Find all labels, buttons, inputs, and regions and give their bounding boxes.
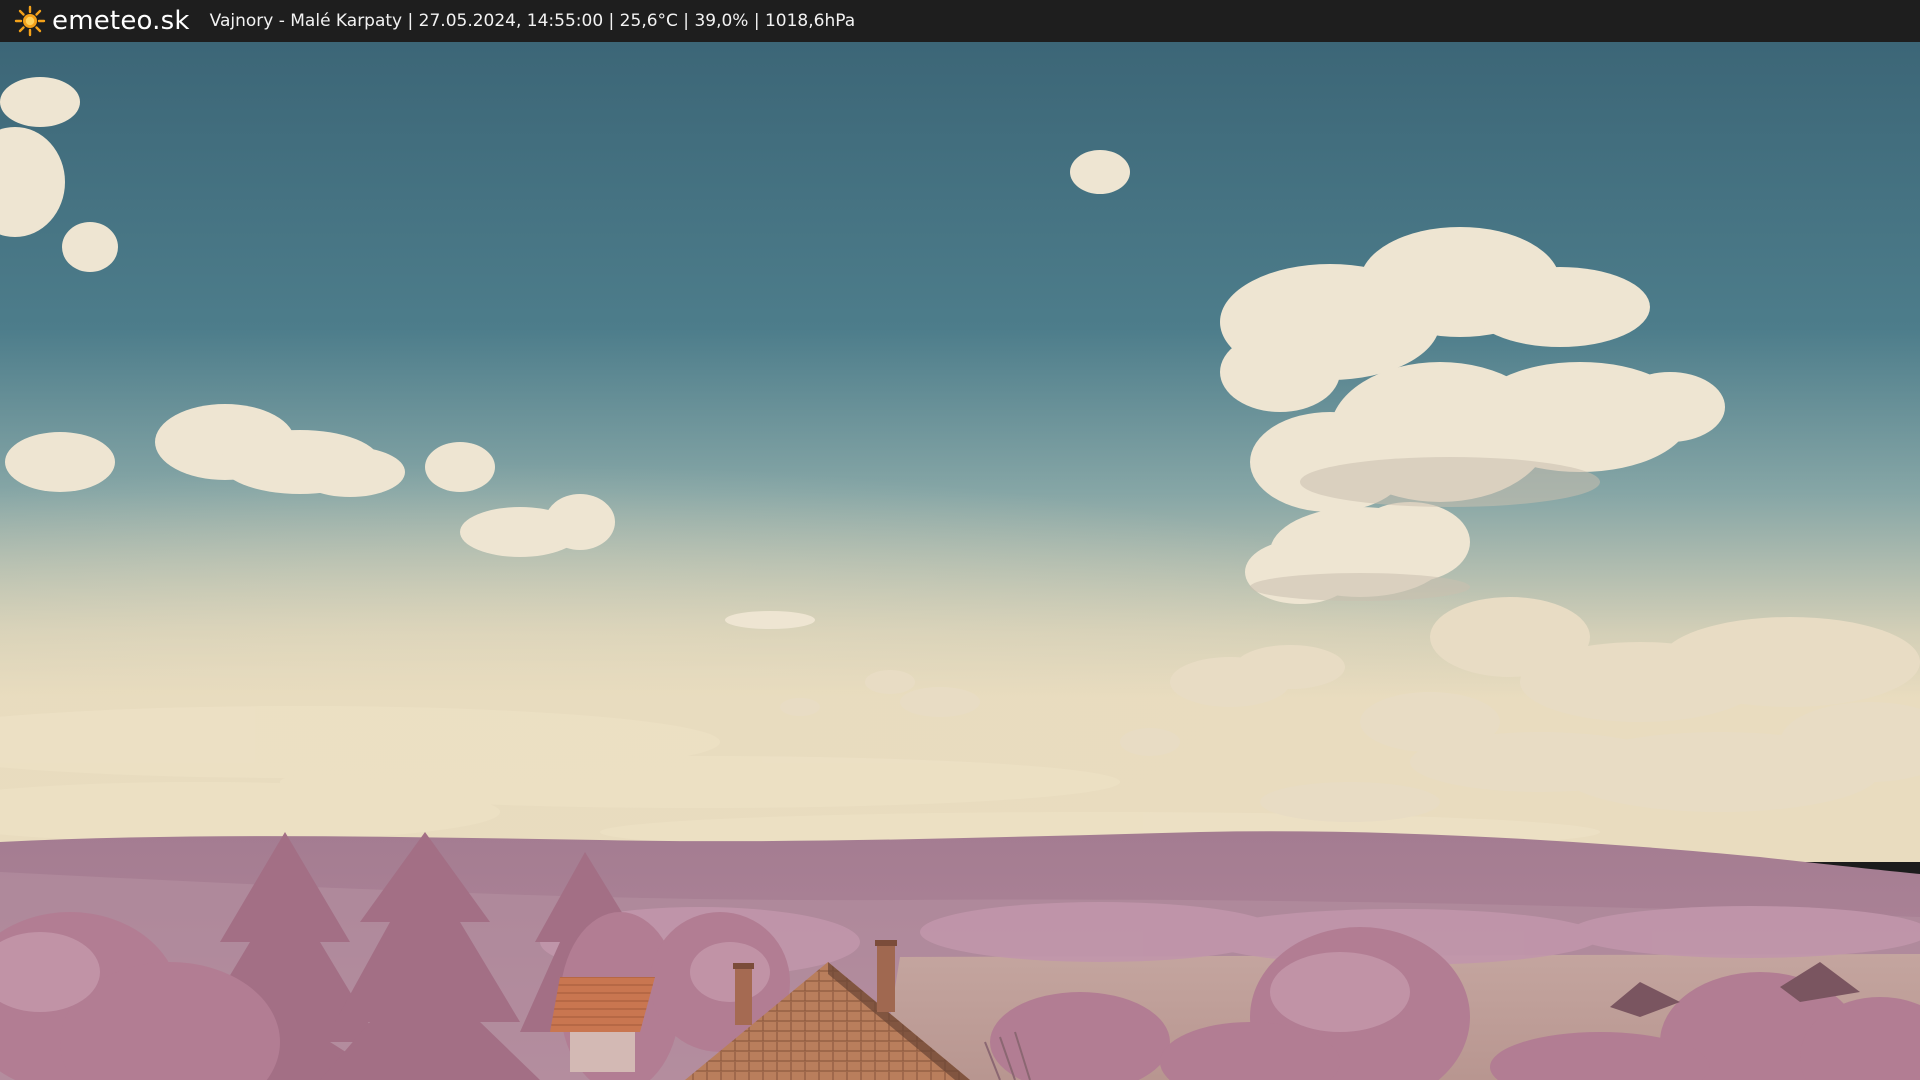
header-bar: emeteo.sk Vajnory - Malé Karpaty | 27.05…	[0, 0, 1920, 42]
brand-name: emeteo.sk	[52, 6, 190, 36]
webcam-caption: Vajnory - Malé Karpaty | 27.05.2024, 14:…	[209, 11, 856, 31]
webcam-image	[0, 42, 1920, 1080]
webcam-scene	[0, 42, 1920, 1080]
sun-icon	[14, 5, 46, 37]
brand[interactable]: emeteo.sk	[14, 5, 190, 37]
